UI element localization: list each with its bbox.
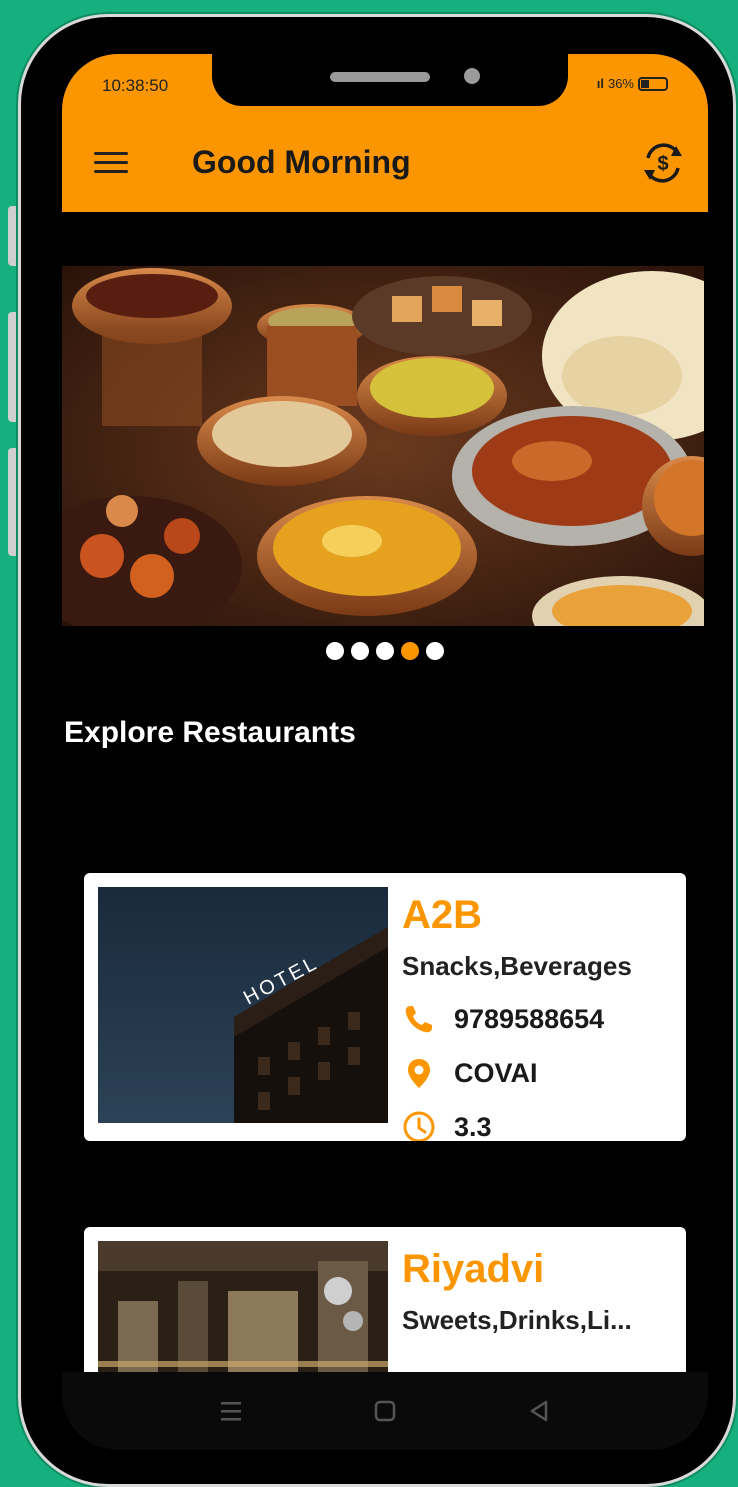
carousel-dot[interactable]	[426, 642, 444, 660]
food-banner-image[interactable]	[62, 266, 704, 626]
recent-apps-icon[interactable]	[214, 1394, 248, 1428]
menu-icon[interactable]	[94, 152, 128, 176]
carousel-indicator	[62, 642, 708, 660]
notch	[212, 54, 568, 106]
section-title: Explore Restaurants	[64, 716, 356, 749]
home-icon[interactable]	[368, 1394, 402, 1428]
restaurant-rating: 3.3	[454, 1111, 492, 1142]
location-pin-icon	[408, 1059, 430, 1088]
battery-percent: 36%	[607, 76, 634, 91]
restaurant-image: HOTEL	[98, 887, 388, 1123]
battery-icon	[638, 76, 668, 91]
status-time: 10:38:50	[102, 76, 169, 95]
carousel-dot-active[interactable]	[401, 642, 419, 660]
restaurant-rating-row: 3.3	[402, 1110, 676, 1141]
restaurant-card[interactable]: HOTEL A2B Snacks,Beverages 9789588654 CO…	[84, 873, 686, 1141]
phone-screen: 10:38:50 ıl 36% Good Morning $ Explore R…	[62, 54, 708, 1450]
restaurant-info: Riyadvi Sweets,Drinks,Li...	[402, 1241, 676, 1336]
system-nav-bar	[62, 1372, 708, 1450]
signal-icon: ıl	[596, 76, 604, 91]
back-icon[interactable]	[522, 1394, 556, 1428]
restaurant-info: A2B Snacks,Beverages 9789588654 COVAI 3.…	[402, 887, 676, 1141]
app-header: 10:38:50 ıl 36% Good Morning $	[62, 54, 708, 212]
restaurant-phone: 9789588654	[454, 1003, 605, 1034]
status-indicators: ıl 36%	[597, 76, 668, 91]
front-camera	[464, 68, 480, 84]
phone-icon	[405, 1006, 432, 1033]
restaurant-phone-row: 9789588654	[402, 1002, 676, 1036]
carousel-dot[interactable]	[326, 642, 344, 660]
carousel-dot[interactable]	[376, 642, 394, 660]
clock-icon	[403, 1111, 435, 1141]
currency-refresh-icon[interactable]: $	[640, 140, 686, 186]
speaker-grille	[330, 72, 430, 82]
page-title: Good Morning	[192, 144, 411, 180]
restaurant-name: A2B	[402, 893, 483, 937]
carousel-dot[interactable]	[351, 642, 369, 660]
svg-text:$: $	[657, 153, 668, 175]
restaurant-location: COVAI	[454, 1057, 538, 1088]
restaurant-name: Riyadvi	[402, 1247, 545, 1291]
restaurant-categories: Sweets,Drinks,Li...	[402, 1305, 632, 1335]
restaurant-categories: Snacks,Beverages	[402, 951, 632, 981]
restaurant-location-row: COVAI	[402, 1056, 676, 1090]
